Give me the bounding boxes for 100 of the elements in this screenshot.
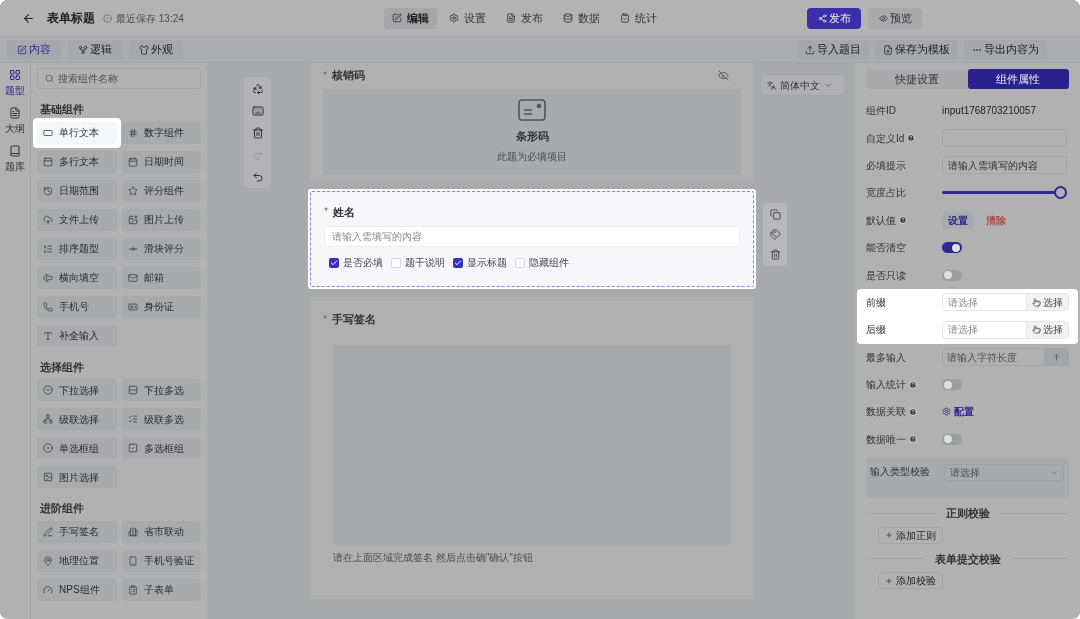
required-mark: * bbox=[323, 312, 327, 327]
hidden-icon[interactable] bbox=[718, 69, 729, 81]
property-label: 能否清空 bbox=[866, 241, 906, 256]
component-item[interactable]: 多行文本 bbox=[37, 150, 117, 173]
component-item[interactable]: NPS组件 bbox=[37, 578, 117, 601]
language-select[interactable]: 简体中文 bbox=[760, 74, 846, 96]
component-item[interactable]: 下拉多选 bbox=[121, 379, 201, 401]
property-label: 输入统计 bbox=[866, 378, 906, 393]
component-item[interactable]: 排序题型 bbox=[37, 237, 117, 260]
component-item[interactable]: 横向填空 bbox=[37, 266, 117, 289]
toolbar-button[interactable]: 导出内容为 bbox=[964, 40, 1047, 59]
form-field-card[interactable]: * 核销码 条形码 此题为必填项目 bbox=[308, 63, 756, 181]
help-icon[interactable] bbox=[909, 408, 917, 416]
component-item[interactable]: 单行文本 bbox=[37, 121, 117, 144]
group-title: 选择组件 bbox=[39, 359, 85, 375]
component-item[interactable]: 手写签名 bbox=[37, 520, 117, 543]
component-item[interactable]: 滑块评分 bbox=[121, 237, 201, 260]
component-item[interactable]: 数字组件 bbox=[121, 121, 201, 144]
component-item[interactable]: 文件上传 bbox=[37, 208, 117, 231]
delete-icon[interactable] bbox=[251, 127, 264, 139]
content-tab[interactable]: 外观 bbox=[129, 40, 183, 59]
component-item[interactable]: 单选框组 bbox=[37, 437, 117, 459]
back-icon[interactable] bbox=[22, 11, 35, 25]
component-item[interactable]: 补全输入 bbox=[37, 324, 117, 347]
component-item[interactable]: 图片选择 bbox=[37, 466, 117, 488]
component-item[interactable]: 日期范围 bbox=[37, 179, 117, 202]
set-button[interactable]: 设置 bbox=[942, 211, 974, 229]
content-tab[interactable]: 逻辑 bbox=[68, 40, 122, 59]
property-label: 必填提示 bbox=[866, 158, 906, 173]
component-item[interactable]: 邮箱 bbox=[121, 266, 201, 289]
component-item[interactable]: 身份证 bbox=[121, 295, 201, 318]
add-button[interactable]: 添加正则 bbox=[878, 526, 943, 544]
toggle-switch[interactable] bbox=[942, 379, 962, 391]
component-item[interactable]: 多选框组 bbox=[121, 437, 201, 459]
component-item[interactable]: 手机号验证 bbox=[121, 549, 201, 572]
checkbox[interactable] bbox=[515, 257, 525, 268]
keyboard-icon[interactable] bbox=[251, 105, 264, 117]
add-button[interactable]: 添加校验 bbox=[878, 572, 943, 590]
building-icon bbox=[127, 526, 138, 537]
text-input[interactable]: 请输入需填写的内容 bbox=[942, 156, 1067, 175]
component-item[interactable]: 下拉选择 bbox=[37, 379, 117, 401]
component-item[interactable]: 手机号 bbox=[37, 295, 117, 318]
tags-icon[interactable] bbox=[769, 228, 781, 240]
component-item[interactable]: 图片上传 bbox=[121, 208, 201, 231]
nav-tab[interactable]: 设置 bbox=[440, 7, 494, 29]
copy-icon[interactable] bbox=[769, 208, 781, 220]
nav-tab[interactable]: 编辑 bbox=[383, 7, 437, 29]
help-icon[interactable] bbox=[907, 134, 916, 143]
toolbar-button[interactable]: 保存为模板 bbox=[875, 40, 958, 59]
component-item[interactable]: 省市联动 bbox=[121, 520, 201, 543]
toolbar-button[interactable]: 导入题目 bbox=[797, 40, 869, 59]
checkbox[interactable] bbox=[329, 257, 339, 268]
nav-tab[interactable]: 数据 bbox=[554, 7, 608, 29]
help-icon[interactable] bbox=[909, 435, 917, 444]
panel-tab[interactable]: 快捷设置 bbox=[866, 69, 968, 89]
clipboard-icon bbox=[619, 13, 630, 23]
component-item[interactable]: 级联多选 bbox=[121, 408, 201, 430]
picker-field[interactable]: 请选择 选择 bbox=[942, 293, 1069, 312]
delete-icon[interactable] bbox=[769, 248, 781, 260]
toggle-switch[interactable] bbox=[942, 433, 962, 445]
preview-button[interactable]: 预览 bbox=[868, 7, 922, 29]
panel-icon bbox=[43, 156, 53, 167]
component-item[interactable]: 评分组件 bbox=[121, 179, 201, 202]
help-icon[interactable] bbox=[899, 216, 907, 225]
nav-tab[interactable]: 统计 bbox=[611, 7, 665, 29]
form-field-card[interactable]: * 姓名 请输入需填写的内容 是否必填 题干说明 显示标题 隐藏组件 bbox=[308, 188, 756, 289]
checkbox[interactable] bbox=[391, 257, 401, 268]
section-title: 表单提交校验 bbox=[934, 551, 1001, 567]
undo-icon[interactable] bbox=[251, 171, 264, 183]
select-button[interactable]: 选择 bbox=[1026, 321, 1068, 338]
text-input[interactable]: 请输入需填写的内容 bbox=[324, 226, 740, 247]
phone-icon bbox=[43, 301, 53, 312]
nav-tab[interactable]: 发布 bbox=[497, 7, 551, 29]
toggle-switch[interactable] bbox=[942, 269, 962, 281]
length-field[interactable]: 请输入字符长度 bbox=[942, 348, 1069, 367]
tree-icon bbox=[43, 414, 53, 424]
component-item[interactable]: 日期时间 bbox=[121, 150, 201, 173]
rail-tab[interactable]: 题库 bbox=[5, 145, 25, 174]
component-item[interactable]: 子表单 bbox=[121, 578, 201, 601]
slider[interactable] bbox=[942, 186, 1067, 200]
form-field-card[interactable]: * 手写签名 请在上面区域完成签名 然后点击确"确认"按钮 bbox=[308, 297, 756, 599]
toggle-switch[interactable] bbox=[942, 242, 962, 254]
book-icon bbox=[9, 145, 21, 157]
type-select[interactable]: 请选择 bbox=[944, 464, 1064, 482]
recycle-icon[interactable] bbox=[251, 83, 264, 95]
search-field[interactable]: 搜索组件名称 bbox=[37, 68, 201, 89]
help-icon[interactable] bbox=[909, 380, 917, 389]
picker-field[interactable]: 请选择 选择 bbox=[942, 320, 1069, 339]
component-item[interactable]: 地理位置 bbox=[37, 549, 117, 572]
rail-tab[interactable]: 题型 bbox=[5, 69, 25, 98]
rail-tab[interactable]: 大纲 bbox=[5, 107, 25, 136]
content-tab[interactable]: 内容 bbox=[7, 40, 61, 59]
component-item[interactable]: 级联选择 bbox=[37, 408, 117, 430]
config-link[interactable]: 配置 bbox=[942, 404, 974, 420]
select-button[interactable]: 选择 bbox=[1026, 294, 1068, 311]
panel-tab[interactable]: 组件属性 bbox=[967, 69, 1069, 89]
checkbox[interactable] bbox=[453, 257, 463, 268]
map-pin-icon bbox=[43, 555, 53, 566]
branch-icon bbox=[78, 44, 88, 55]
publish-button[interactable]: 发布 bbox=[807, 7, 861, 29]
